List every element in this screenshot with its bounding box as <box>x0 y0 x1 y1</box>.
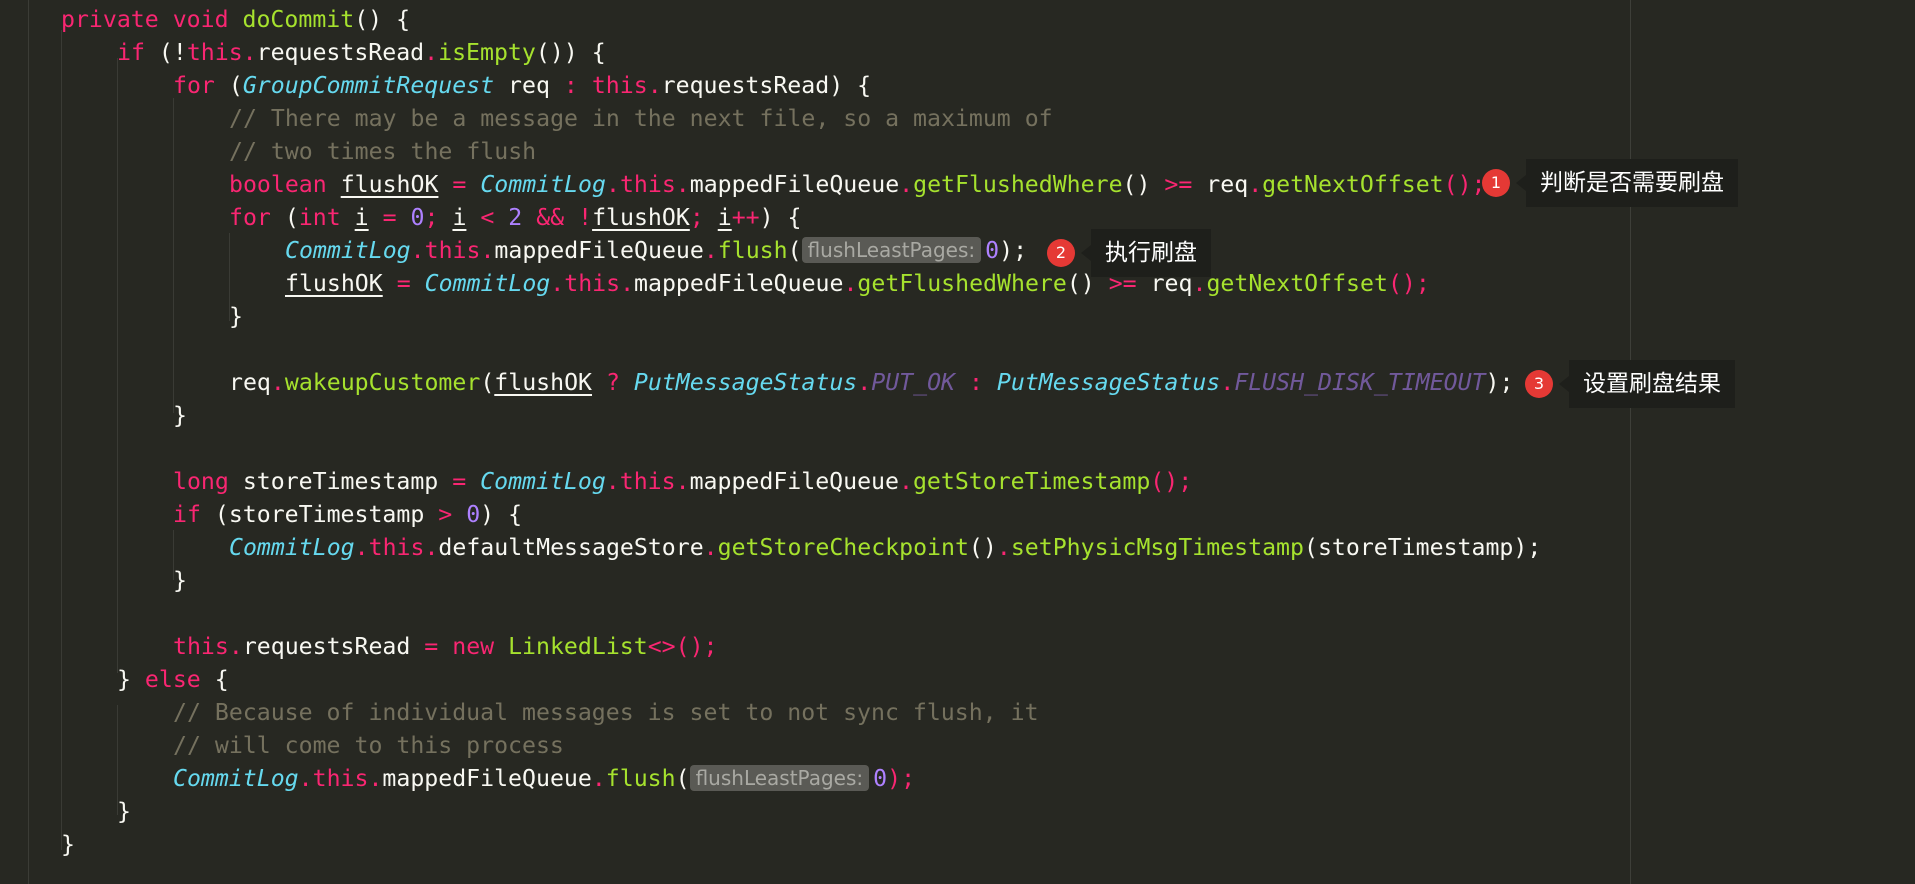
code-line: this.requestsRead = new LinkedList<>(); <box>173 633 718 660</box>
punct: ( <box>214 72 243 99</box>
code-line: } <box>173 402 187 429</box>
indent-guide <box>173 98 174 413</box>
code-line: private void doCommit() { <box>61 3 410 36</box>
method-call: getStoreCheckpoint <box>717 534 969 561</box>
method-call: getNextOffset <box>1262 171 1444 198</box>
code-line: flushOK = CommitLog.this.mappedFileQueue… <box>285 270 1430 297</box>
variable: req <box>1206 171 1249 198</box>
variable: storeTimestamp <box>242 468 439 495</box>
gutter-border <box>28 0 29 884</box>
code-line: } <box>229 303 243 330</box>
punct: . <box>424 39 439 66</box>
keyword: this <box>591 72 648 99</box>
comment-line: // will come to this process <box>173 732 564 759</box>
code-line: for (int i = 0; i < 2 && !flushOK; i++) … <box>229 204 802 231</box>
type: CommitLog <box>480 171 606 198</box>
code-line: } <box>173 567 187 594</box>
field: defaultMessageStore <box>438 534 704 561</box>
method-call: getStoreTimestamp <box>912 468 1151 495</box>
code-line: CommitLog.this.mappedFileQueue.flush(flu… <box>285 237 1028 264</box>
annotation-note-2: 执行刷盘 <box>1081 229 1211 277</box>
code-line: req.wakeupCustomer(flushOK ? PutMessageS… <box>229 369 1514 396</box>
keyword: else <box>144 666 201 693</box>
type: GroupCommitRequest <box>242 72 495 99</box>
comment-line: // There may be a message in the next fi… <box>229 105 1053 132</box>
method-call: setPhysicMsgTimestamp <box>1010 534 1304 561</box>
parameter-hint: flushLeastPages: <box>689 765 870 791</box>
constant: PUT_OK <box>871 369 956 396</box>
operator: >= <box>1150 171 1207 198</box>
comment-line: // two times the flush <box>229 138 537 165</box>
keyword: long <box>173 468 229 495</box>
operator: = <box>438 171 481 198</box>
annotation-note-1: 判断是否需要刷盘 <box>1516 159 1738 207</box>
punct: (! <box>144 39 187 66</box>
keyword: int <box>298 204 341 231</box>
keyword: this <box>186 39 243 66</box>
method-call: getFlushedWhere <box>913 171 1123 198</box>
punct: : <box>563 72 578 99</box>
punct: . <box>242 39 257 66</box>
keyword: if <box>117 39 145 66</box>
code-line: CommitLog.this.defaultMessageStore.getSt… <box>229 534 1542 561</box>
annotation-badge-3: 3 <box>1525 370 1553 398</box>
code-line: if (storeTimestamp > 0) { <box>173 501 523 528</box>
code-line: } else { <box>117 666 229 693</box>
code-line: for (GroupCommitRequest req : this.reque… <box>173 69 871 102</box>
type: LinkedList <box>508 633 648 660</box>
code-line: long storeTimestamp = CommitLog.this.map… <box>173 468 1193 495</box>
annotation-note-3: 设置刷盘结果 <box>1559 360 1735 408</box>
field: requestsRead <box>256 39 425 66</box>
code-line: } <box>117 798 131 825</box>
method-name: doCommit <box>242 6 355 33</box>
keyword: boolean <box>229 171 327 198</box>
method-call: isEmpty <box>438 39 536 66</box>
code-line: if (!this.requestsRead.isEmpty()) { <box>117 36 606 69</box>
field: mappedFileQueue <box>689 171 900 198</box>
keyword: for <box>229 204 271 231</box>
punct: ()) { <box>535 39 606 66</box>
punct: . <box>647 72 662 99</box>
keyword: private <box>61 6 159 33</box>
keyword: for <box>173 72 215 99</box>
number: 0 <box>410 204 425 231</box>
code-line: boolean flushOK = CommitLog.this.mappedF… <box>229 171 1486 198</box>
punct: () { <box>354 6 411 33</box>
variable: i <box>354 204 369 231</box>
parameter-hint: flushLeastPages: <box>801 237 982 263</box>
keyword: void <box>172 6 229 33</box>
field: requestsRead <box>661 72 830 99</box>
keyword: new <box>452 633 495 660</box>
comment-line: // Because of individual messages is set… <box>173 699 1039 726</box>
annotation-badge-2: 2 <box>1047 239 1075 267</box>
right-margin-guide <box>1630 0 1631 884</box>
variable: req <box>494 72 564 99</box>
constant: FLUSH_DISK_TIMEOUT <box>1234 369 1486 396</box>
variable: flushOK <box>340 171 439 198</box>
type: PutMessageStatus <box>633 369 858 396</box>
annotation-badge-1: 1 <box>1482 169 1510 197</box>
method-call: flush <box>717 237 788 264</box>
punct: ) { <box>829 72 872 99</box>
number: 2 <box>508 204 523 231</box>
method-call: wakeupCustomer <box>284 369 481 396</box>
indent-guide <box>117 58 118 673</box>
code-line: CommitLog.this.mappedFileQueue.flush(flu… <box>173 765 916 792</box>
indent-guide <box>61 30 62 850</box>
code-line: } <box>61 831 75 858</box>
code-editor[interactable]: private void doCommit() { if (!this.requ… <box>0 0 1915 884</box>
